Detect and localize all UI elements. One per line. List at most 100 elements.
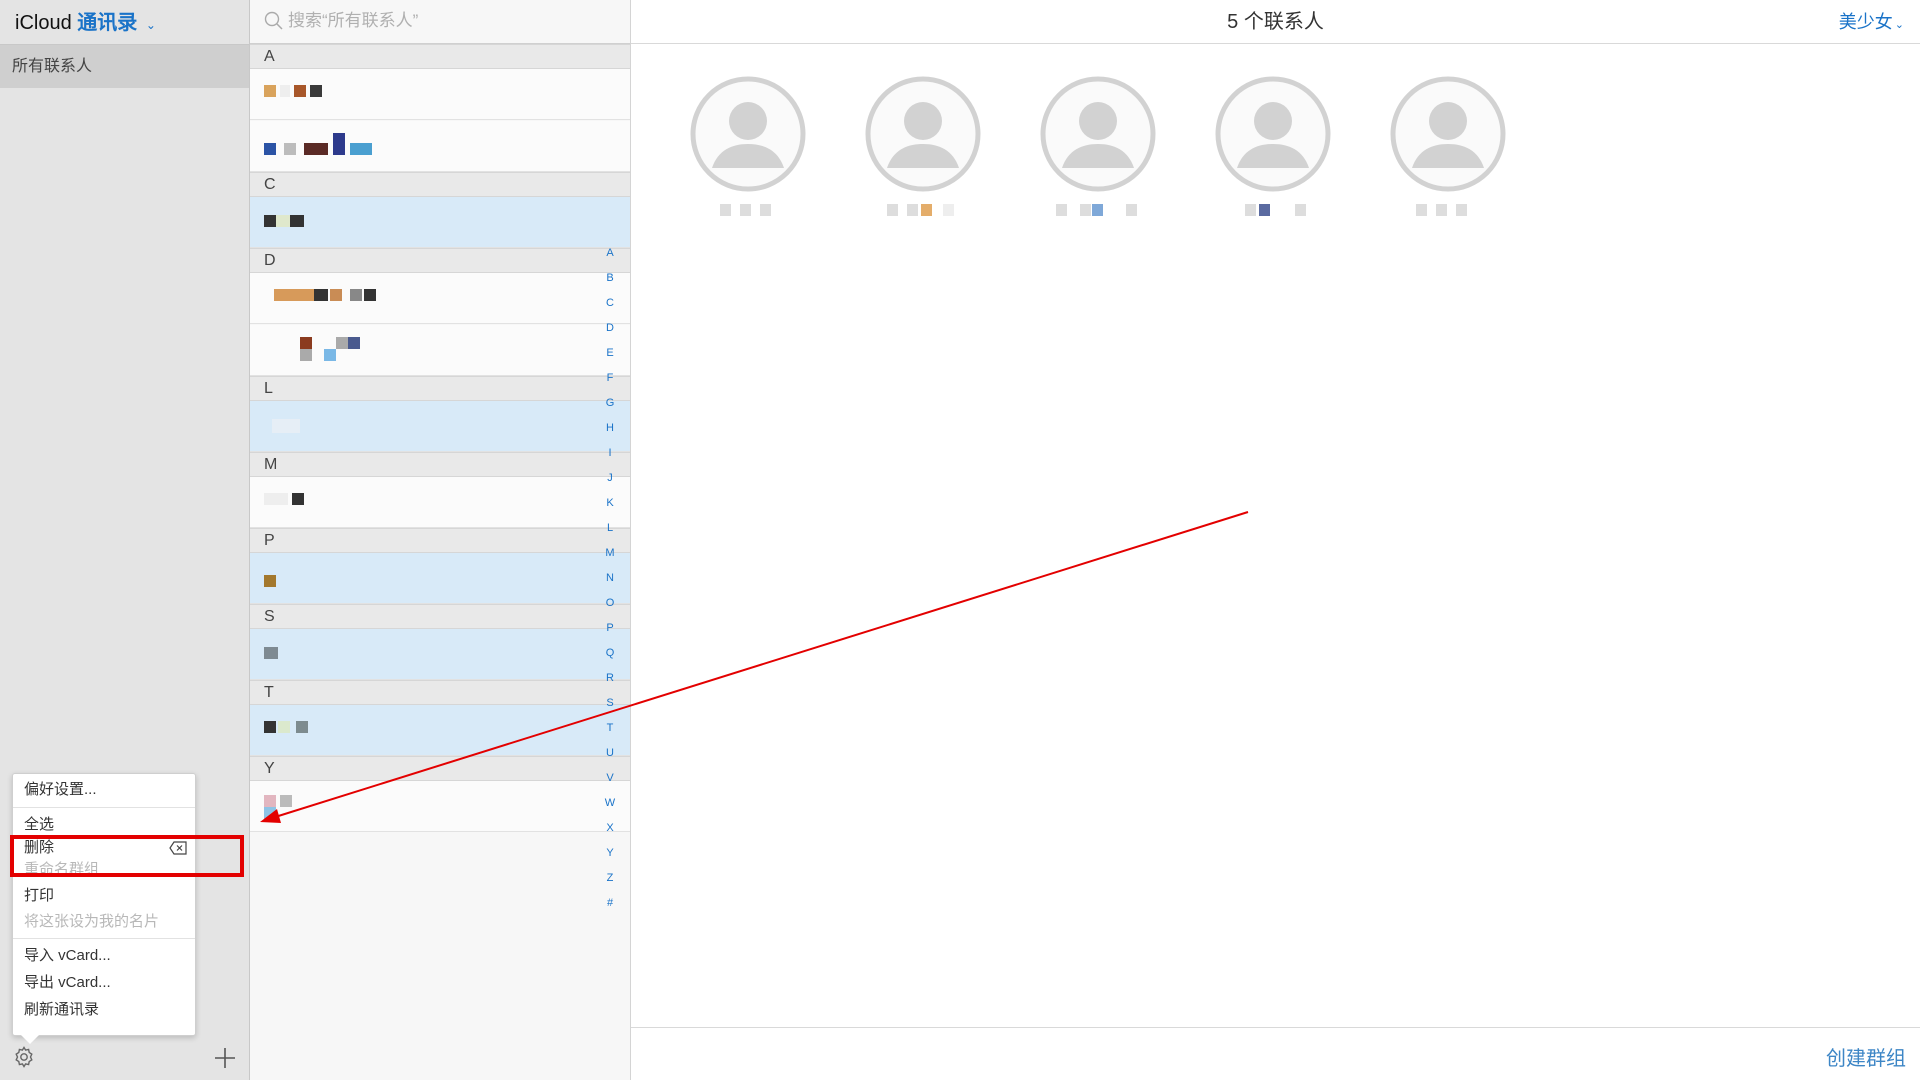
detail-pane: 5 个联系人 美少女 ⌄ 创建群组	[631, 0, 1920, 1080]
blurred-name	[264, 795, 276, 807]
blurred-name	[264, 215, 276, 227]
alpha-index-r[interactable]: R	[600, 671, 620, 685]
alpha-index-w[interactable]: W	[600, 796, 620, 810]
menu-divider	[13, 807, 195, 808]
alpha-index-x[interactable]: X	[600, 821, 620, 835]
alpha-index-s[interactable]: S	[600, 696, 620, 710]
blurred-name	[264, 85, 276, 97]
blurred-name	[264, 493, 288, 505]
alpha-index-u[interactable]: U	[600, 746, 620, 760]
alpha-index-j[interactable]: J	[600, 471, 620, 485]
blurred-avatar-name	[1416, 204, 1467, 216]
blurred-name	[280, 795, 292, 807]
blurred-avatar-name	[1245, 204, 1306, 216]
selected-contacts-count: 5 个联系人	[1227, 11, 1324, 33]
alpha-index-hash[interactable]: #	[600, 896, 620, 910]
blurred-name	[294, 85, 306, 97]
blurred-name	[292, 493, 304, 505]
blurred-name	[278, 721, 290, 733]
search-icon	[264, 11, 283, 30]
blurred-name	[264, 647, 278, 659]
settings-menu: 偏好设置... 全选 删除 重命名群组 打印 将这张设为我的名片 导入 vCar…	[12, 773, 196, 1044]
contact-row[interactable]	[250, 401, 630, 452]
blurred-avatar-name	[720, 204, 771, 216]
menu-item-import-vcard[interactable]: 导入 vCard...	[24, 946, 111, 966]
alpha-index-z[interactable]: Z	[600, 871, 620, 885]
contact-avatar[interactable]	[1215, 76, 1331, 192]
alpha-index-a[interactable]: A	[600, 246, 620, 260]
blurred-name	[300, 337, 312, 349]
annotation-highlight-box	[10, 835, 244, 877]
contact-row[interactable]	[250, 273, 630, 324]
section-header-d: D	[250, 248, 630, 273]
detail-footer: 创建群组	[631, 1027, 1920, 1080]
blurred-name	[290, 215, 304, 227]
alpha-index-k[interactable]: K	[600, 496, 620, 510]
contact-avatar[interactable]	[1040, 76, 1156, 192]
account-name: 美少女	[1838, 12, 1893, 32]
alpha-index-n[interactable]: N	[600, 571, 620, 585]
alpha-index-o[interactable]: O	[600, 596, 620, 610]
alpha-index-v[interactable]: V	[600, 771, 620, 785]
alpha-index-m[interactable]: M	[600, 546, 620, 560]
alpha-index-e[interactable]: E	[600, 346, 620, 360]
alpha-index-g[interactable]: G	[600, 396, 620, 410]
search-bar	[250, 0, 630, 44]
contact-row[interactable]	[250, 197, 630, 248]
section-header-l: L	[250, 376, 630, 401]
contact-row[interactable]	[250, 325, 630, 376]
blurred-name	[314, 289, 328, 301]
create-group-button[interactable]: 创建群组	[1826, 1042, 1906, 1071]
alpha-index-q[interactable]: Q	[600, 646, 620, 660]
menu-item-refresh-contacts[interactable]: 刷新通讯录	[24, 1000, 99, 1020]
gear-icon[interactable]	[12, 1045, 36, 1069]
sidebar-item-all-contacts[interactable]: 所有联系人	[0, 45, 249, 88]
alpha-index-f[interactable]: F	[600, 371, 620, 385]
alpha-index-t[interactable]: T	[600, 721, 620, 735]
alpha-index-p[interactable]: P	[600, 621, 620, 635]
blurred-name	[304, 143, 328, 155]
contact-avatar[interactable]	[865, 76, 981, 192]
section-header-y: Y	[250, 756, 630, 781]
alpha-index-h[interactable]: H	[600, 421, 620, 435]
account-menu[interactable]: 美少女 ⌄	[1839, 0, 1904, 47]
menu-divider	[13, 938, 195, 939]
alpha-index-l[interactable]: L	[600, 521, 620, 535]
contact-row[interactable]	[250, 69, 630, 120]
blurred-name	[333, 133, 345, 155]
alpha-index-c[interactable]: C	[600, 296, 620, 310]
blurred-avatar-name	[1056, 204, 1137, 216]
contact-row[interactable]	[250, 705, 630, 756]
blurred-name	[364, 289, 376, 301]
section-header-a: A	[250, 44, 630, 69]
blurred-name	[276, 215, 290, 227]
detail-header: 5 个联系人 美少女 ⌄	[631, 0, 1920, 44]
blurred-name	[296, 721, 308, 733]
section-header-m: M	[250, 452, 630, 477]
contact-row[interactable]	[250, 477, 630, 528]
brand-label: iCloud	[15, 12, 72, 34]
contact-row[interactable]	[250, 553, 630, 604]
contact-row[interactable]	[250, 121, 630, 172]
alpha-index-y[interactable]: Y	[600, 846, 620, 860]
contact-avatar[interactable]	[1390, 76, 1506, 192]
blurred-avatar-name	[887, 204, 954, 216]
contact-row[interactable]	[250, 781, 630, 832]
contact-row[interactable]	[250, 629, 630, 680]
menu-item-preferences[interactable]: 偏好设置...	[24, 780, 97, 800]
blurred-name	[284, 143, 296, 155]
search-input[interactable]	[288, 6, 608, 36]
alpha-index-i[interactable]: I	[600, 446, 620, 460]
plus-icon[interactable]	[212, 1045, 238, 1071]
blurred-name	[336, 337, 348, 349]
alpha-index-d[interactable]: D	[600, 321, 620, 335]
alpha-index-b[interactable]: B	[600, 271, 620, 285]
section-header-t: T	[250, 680, 630, 705]
app-title[interactable]: iCloud 通讯录 ⌄	[15, 8, 156, 38]
blurred-name	[264, 575, 276, 587]
blurred-name	[348, 337, 360, 349]
menu-item-print[interactable]: 打印	[24, 886, 54, 906]
menu-item-export-vcard[interactable]: 导出 vCard...	[24, 973, 111, 993]
menu-item-select-all[interactable]: 全选	[24, 815, 54, 835]
contact-avatar[interactable]	[690, 76, 806, 192]
